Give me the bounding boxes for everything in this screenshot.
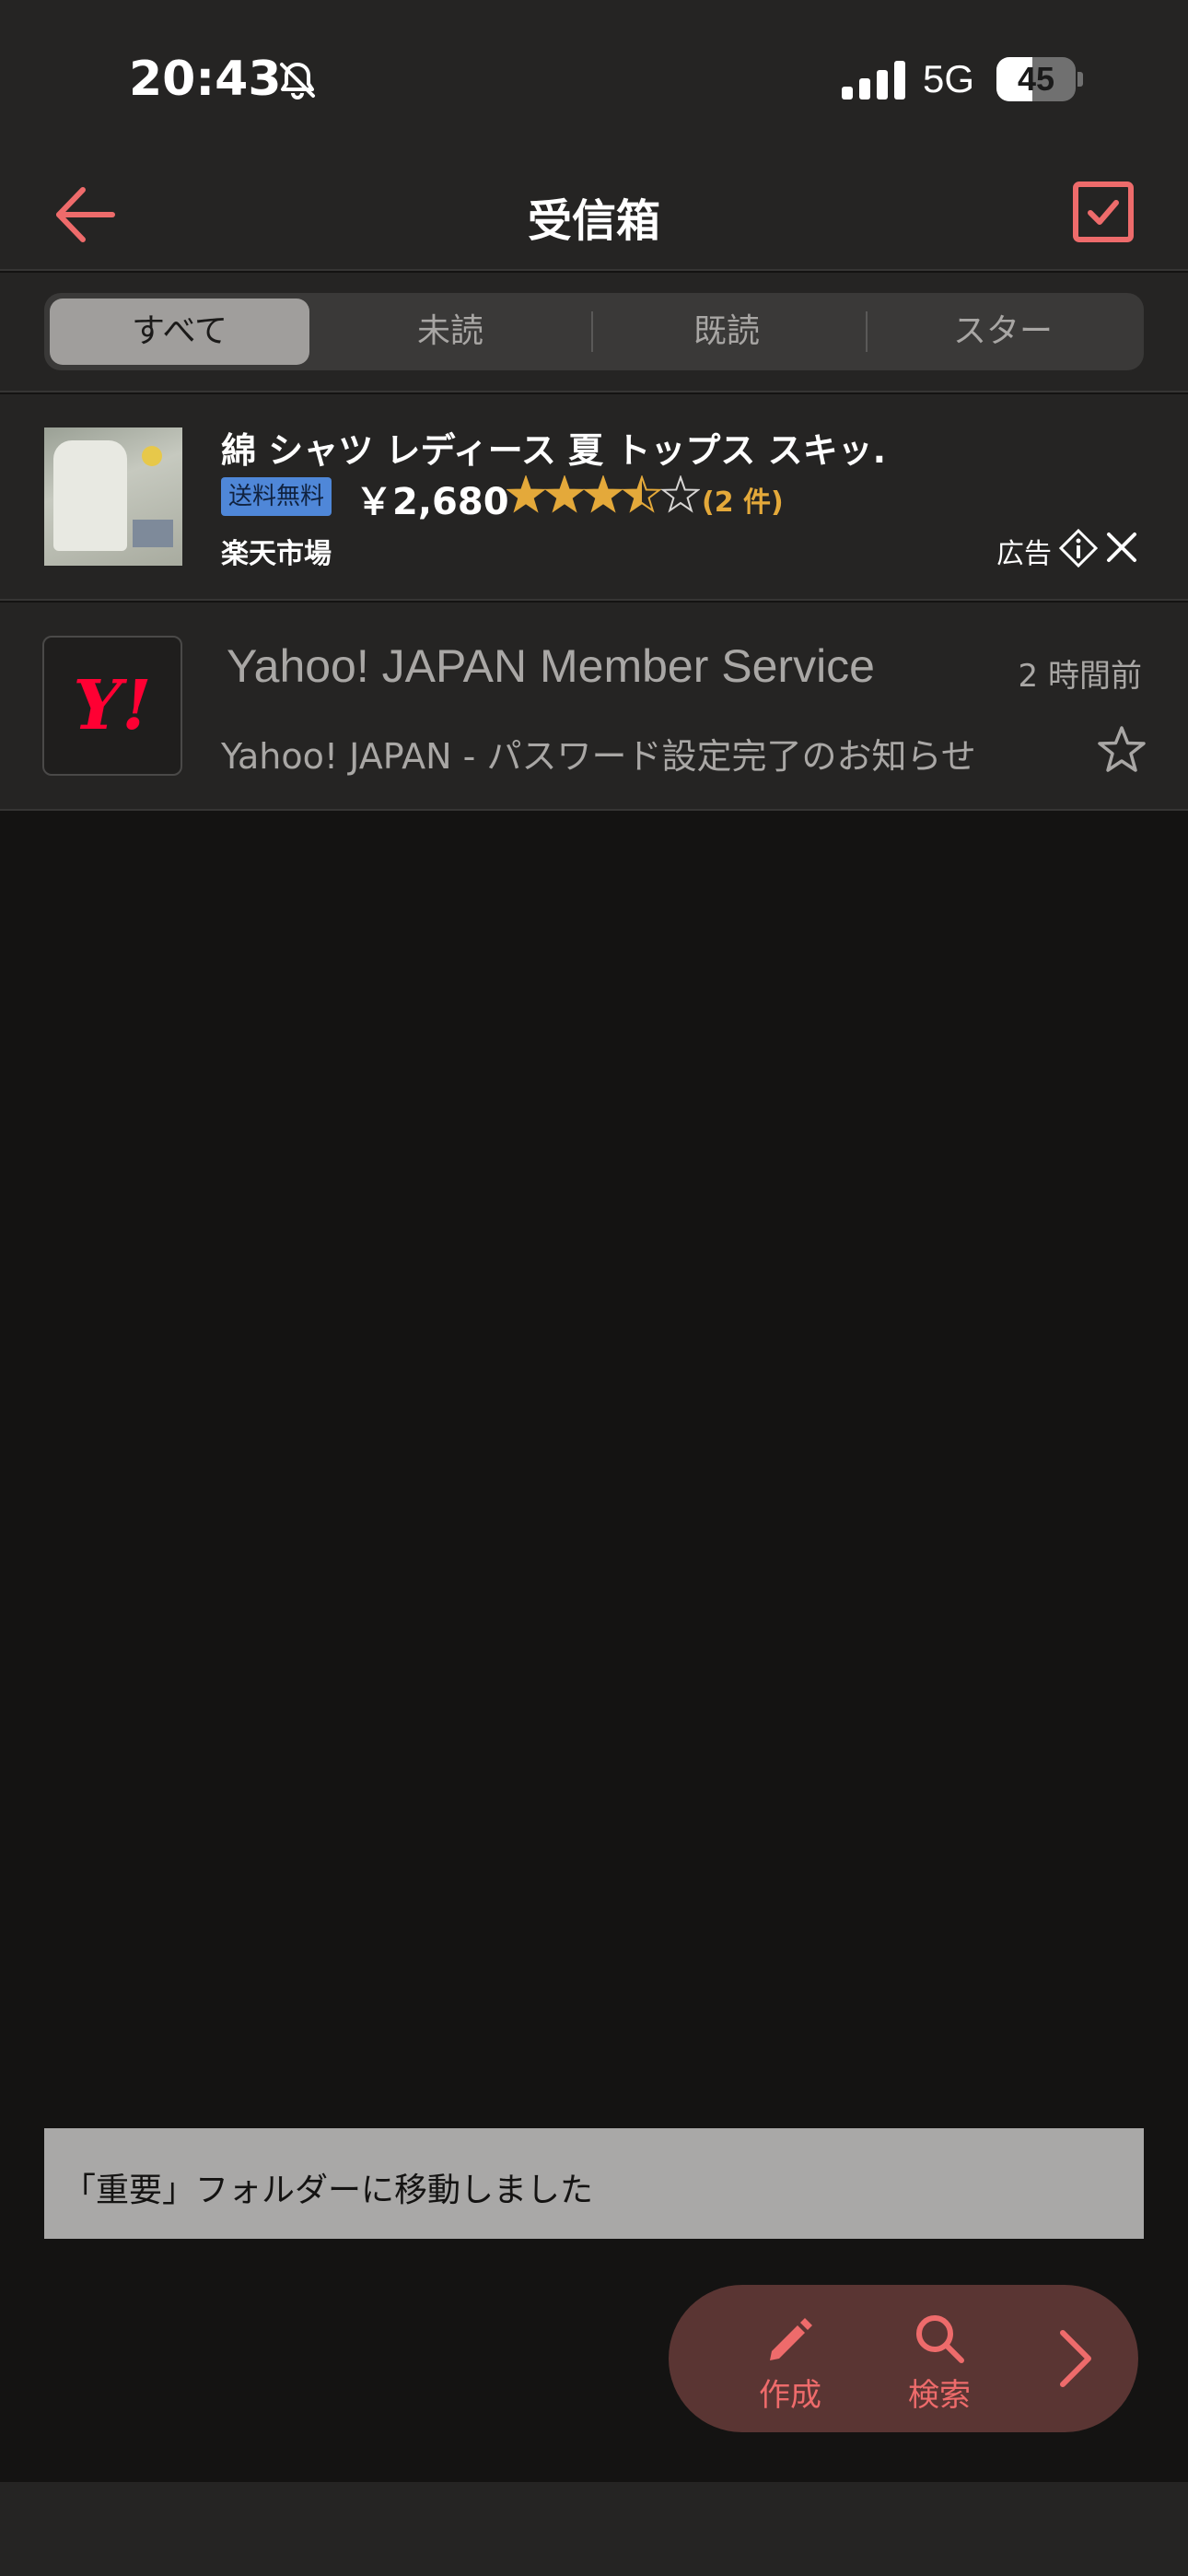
pencil-icon <box>770 2318 812 2360</box>
floating-action-bar: 作成 検索 <box>669 2285 1138 2432</box>
search-button[interactable]: 検索 <box>866 2285 1013 2432</box>
search-label: 検索 <box>908 2377 971 2414</box>
status-time: 20:43 <box>129 52 282 107</box>
battery-level: 45 <box>1017 60 1055 98</box>
rating-star <box>507 475 546 513</box>
tab-read[interactable]: 既読 <box>593 293 860 370</box>
filter-segmented-control: すべて 未読 既読 スター <box>44 293 1144 370</box>
chevron-right-icon[interactable] <box>1041 2324 1111 2394</box>
filter-bar: すべて 未読 既読 スター <box>0 273 1188 392</box>
search-icon <box>916 2315 964 2363</box>
mail-time: 2 時間前 <box>1018 658 1142 695</box>
toast-message: 「重要」フォルダーに移動しました <box>44 2128 1144 2239</box>
select-mode-checkbox-icon[interactable] <box>1072 181 1135 243</box>
review-count: (2 件) <box>702 486 784 519</box>
battery-icon: 45 <box>996 57 1083 101</box>
tab-all[interactable]: すべて <box>50 299 309 365</box>
ad-label: 広告 <box>996 538 1052 570</box>
network-type: 5G <box>923 57 975 100</box>
ad-price: ￥2,680 <box>355 481 509 523</box>
ad-title: 綿 シャツ レディース 夏 トップス スキッ... <box>221 430 884 471</box>
bottom-bar <box>0 2482 1188 2576</box>
ad-product-image <box>44 427 182 566</box>
status-bar: 20:43 5G 45 <box>0 0 1188 157</box>
rating-star <box>622 475 662 513</box>
tab-starred[interactable]: スター <box>868 293 1138 370</box>
sender-avatar: Y! <box>42 636 182 776</box>
page-title: 受信箱 <box>527 195 660 247</box>
star-toggle-icon[interactable] <box>1096 724 1147 776</box>
navigation-bar: 受信箱 <box>0 157 1188 271</box>
rating-star <box>583 475 623 513</box>
tab-unread[interactable]: 未読 <box>317 293 584 370</box>
rating-stars-icon <box>507 475 700 513</box>
yahoo-logo-icon: Y! <box>73 666 152 745</box>
toast-text: 「重要」フォルダーに移動しました <box>63 2172 594 2209</box>
signal-icon <box>842 61 905 100</box>
free-shipping-badge: 送料無料 <box>221 477 332 516</box>
ad-info-icon[interactable] <box>1059 529 1098 568</box>
rating-star <box>544 475 585 513</box>
ad-shop-name: 楽天市場 <box>221 538 332 570</box>
compose-button[interactable]: 作成 <box>716 2285 864 2432</box>
ad-close-icon[interactable] <box>1105 531 1138 564</box>
mail-sender: Yahoo! JAPAN Member Service <box>227 640 875 692</box>
mail-list-item[interactable]: Y! Yahoo! JAPAN Member Service 2 時間前 Yah… <box>0 603 1188 811</box>
rating-star <box>660 475 700 513</box>
ad-list-item[interactable]: 綿 シャツ レディース 夏 トップス スキッ... 送料無料 ￥2,680 (2… <box>0 394 1188 601</box>
compose-label: 作成 <box>759 2377 821 2414</box>
bell-muted-icon <box>280 63 315 100</box>
mail-subject: Yahoo! JAPAN - パスワード設定完了のお知らせ <box>221 736 976 777</box>
